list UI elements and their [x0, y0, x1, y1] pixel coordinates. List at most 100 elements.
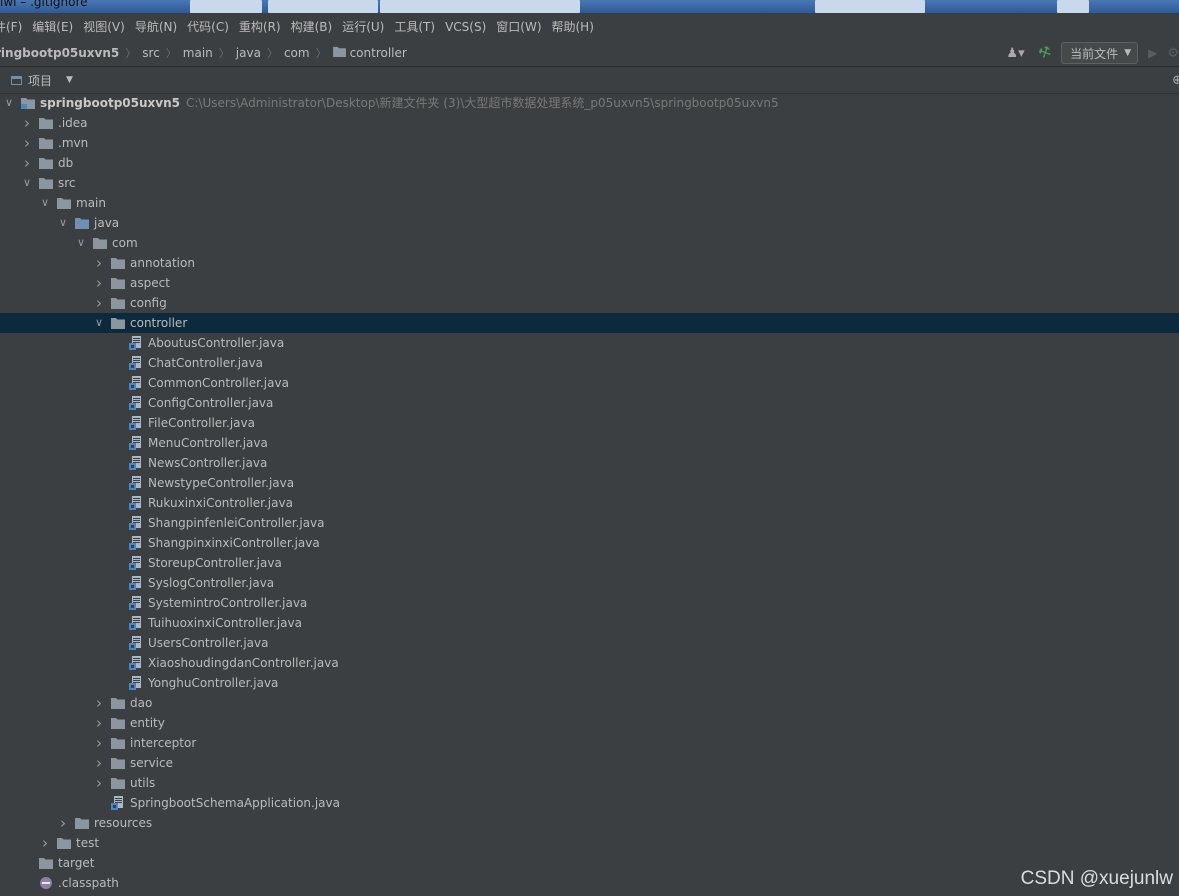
tree-file-row[interactable]: ChatController.java: [0, 353, 1179, 373]
breadcrumb-item[interactable]: ringbootp05uxvn5: [0, 46, 119, 60]
tree-file-row[interactable]: SyslogController.java: [0, 573, 1179, 593]
chevron-right-icon[interactable]: ›: [22, 153, 32, 173]
globe-icon[interactable]: ⊕: [1172, 73, 1179, 88]
menu-item[interactable]: 重构(R): [234, 18, 286, 35]
tree-row[interactable]: ∨ com: [0, 233, 1179, 253]
chevron-right-icon[interactable]: ›: [94, 713, 104, 733]
chevron-down-icon[interactable]: ∨: [58, 213, 68, 233]
tree-row[interactable]: › annotation: [0, 253, 1179, 273]
tree-row[interactable]: › test: [0, 833, 1179, 853]
tree-file-row[interactable]: ShangpinfenleiController.java: [0, 513, 1179, 533]
tree-file-row[interactable]: SpringbootSchemaApplication.java: [0, 793, 1179, 813]
chevron-right-icon[interactable]: ›: [94, 753, 104, 773]
chevron-right-icon[interactable]: ›: [94, 693, 104, 713]
tree-file-row[interactable]: AboutusController.java: [0, 333, 1179, 353]
breadcrumb-item[interactable]: controller: [332, 46, 407, 60]
breadcrumb-item[interactable]: src: [142, 46, 160, 60]
chevron-right-icon[interactable]: ›: [94, 293, 104, 313]
menu-item[interactable]: 窗口(W): [491, 18, 546, 35]
breadcrumb-item[interactable]: java: [236, 46, 261, 60]
debug-icon[interactable]: ⚙: [1167, 46, 1179, 61]
tree-row[interactable]: › dao: [0, 693, 1179, 713]
menu-item[interactable]: 导航(N): [130, 18, 182, 35]
tree-row[interactable]: › utils: [0, 773, 1179, 793]
tree-file-row[interactable]: CommonController.java: [0, 373, 1179, 393]
tree-file-row[interactable]: YonghuController.java: [0, 673, 1179, 693]
chevron-right-icon[interactable]: ›: [94, 253, 104, 273]
window-title: lwl – .gitignore: [0, 0, 88, 9]
tree-row[interactable]: › interceptor: [0, 733, 1179, 753]
chevron-down-icon[interactable]: ∨: [22, 173, 32, 193]
java-file-icon: [129, 476, 143, 490]
run-config-dropdown[interactable]: 当前文件 ▼: [1061, 42, 1139, 64]
tree-row[interactable]: › aspect: [0, 273, 1179, 293]
tree-root-row[interactable]: ∨ springbootp05uxvn5 C:\Users\Administrat…: [0, 93, 1179, 113]
tree-file-row[interactable]: NewstypeController.java: [0, 473, 1179, 493]
tree-file-row[interactable]: XiaoshoudingdanController.java: [0, 653, 1179, 673]
breadcrumb-item[interactable]: com: [284, 46, 310, 60]
chevron-right-icon[interactable]: ›: [94, 773, 104, 793]
tree-file-row[interactable]: FileController.java: [0, 413, 1179, 433]
tree-row[interactable]: ∨ controller: [0, 313, 1179, 333]
tree-row[interactable]: ∨ src: [0, 173, 1179, 193]
menu-item[interactable]: 运行(U): [337, 18, 389, 35]
tree-file-row[interactable]: NewsController.java: [0, 453, 1179, 473]
menu-item[interactable]: VCS(S): [440, 20, 491, 34]
tree-row[interactable]: ∨ main: [0, 193, 1179, 213]
taskbar-item[interactable]: [815, 0, 925, 13]
tree-file-row[interactable]: StoreupController.java: [0, 553, 1179, 573]
taskbar-item[interactable]: [380, 0, 580, 13]
tree-row[interactable]: › config: [0, 293, 1179, 313]
menu-item[interactable]: 代码(C): [182, 18, 234, 35]
menu-item[interactable]: 视图(V): [78, 18, 130, 35]
java-file-icon: [129, 516, 143, 530]
tree-file-row[interactable]: MenuController.java: [0, 433, 1179, 453]
tree-row[interactable]: › .mvn: [0, 133, 1179, 153]
chevron-right-icon[interactable]: ›: [94, 273, 104, 293]
java-file-icon: [129, 536, 143, 550]
tree-item-label: SpringbootSchemaApplication.java: [130, 796, 340, 810]
chevron-down-icon[interactable]: ∨: [4, 93, 14, 113]
tree-file-row[interactable]: UsersController.java: [0, 633, 1179, 653]
window-titlebar: lwl – .gitignore: [0, 0, 1179, 13]
menu-item[interactable]: 帮助(H): [547, 18, 599, 35]
taskbar-item[interactable]: [1057, 0, 1089, 13]
breadcrumb-label: ringbootp05uxvn5: [0, 46, 120, 60]
chevron-down-icon[interactable]: ▼: [66, 75, 73, 85]
chevron-down-icon[interactable]: ∨: [40, 193, 50, 213]
breadcrumb-item[interactable]: main: [183, 46, 213, 60]
user-icon[interactable]: ♟▾: [1006, 46, 1024, 61]
tree-file-row[interactable]: ConfigController.java: [0, 393, 1179, 413]
tree-file-row[interactable]: ShangpinxinxiController.java: [0, 533, 1179, 553]
tree-row[interactable]: › entity: [0, 713, 1179, 733]
tree-file-row[interactable]: TuihuoxinxiController.java: [0, 613, 1179, 633]
chevron-down-icon[interactable]: ∨: [94, 313, 104, 333]
tree-item-label: XiaoshoudingdanController.java: [148, 656, 339, 670]
run-icon[interactable]: ▶: [1148, 46, 1157, 60]
hammer-icon[interactable]: ⚒: [1036, 43, 1054, 63]
folder-icon: [332, 46, 346, 60]
tree-file-row[interactable]: RukuxinxiController.java: [0, 493, 1179, 513]
menu-item[interactable]: 构建(B): [286, 18, 338, 35]
chevron-right-icon[interactable]: ›: [22, 113, 32, 133]
tree-row[interactable]: target: [0, 853, 1179, 873]
chevron-right-icon[interactable]: ›: [40, 833, 50, 853]
tree-row[interactable]: › resources: [0, 813, 1179, 833]
chevron-down-icon[interactable]: ∨: [76, 233, 86, 253]
menu-item[interactable]: 工具(T): [389, 18, 440, 35]
folder-icon: [111, 257, 125, 269]
tree-row[interactable]: ∨ java: [0, 213, 1179, 233]
chevron-right-icon[interactable]: ›: [22, 133, 32, 153]
chevron-right-icon[interactable]: ›: [58, 813, 68, 833]
tree-row[interactable]: .classpath: [0, 873, 1179, 893]
project-view-selector[interactable]: 项目: [28, 72, 52, 89]
tree-row[interactable]: › db: [0, 153, 1179, 173]
tree-row[interactable]: › .idea: [0, 113, 1179, 133]
tree-file-row[interactable]: SystemintroController.java: [0, 593, 1179, 613]
taskbar-item[interactable]: [190, 0, 262, 13]
menu-item[interactable]: 件(F): [0, 18, 27, 35]
tree-row[interactable]: › service: [0, 753, 1179, 773]
chevron-right-icon[interactable]: ›: [94, 733, 104, 753]
taskbar-item[interactable]: [268, 0, 378, 13]
menu-item[interactable]: 编辑(E): [27, 18, 78, 35]
